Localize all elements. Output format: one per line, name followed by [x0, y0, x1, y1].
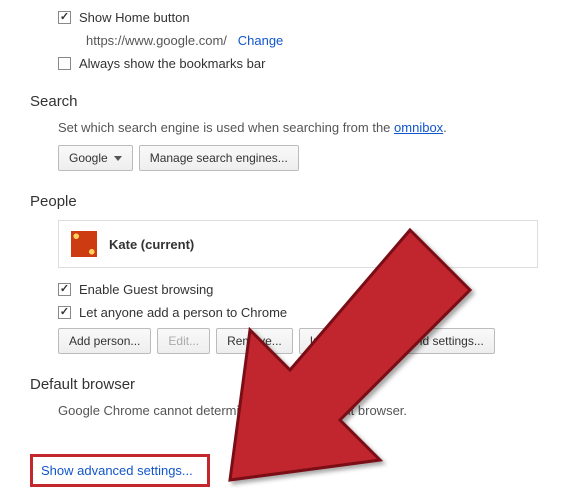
home-url-text: https://www.google.com/ — [86, 33, 227, 48]
default-browser-section: Default browser Google Chrome cannot det… — [30, 376, 580, 418]
checkbox-enable-guest[interactable] — [58, 283, 71, 296]
show-home-row[interactable]: Show Home button — [30, 10, 580, 25]
caret-down-icon — [114, 156, 122, 161]
default-browser-status: Google Chrome cannot determine or set th… — [30, 403, 580, 418]
highlight-box: Show advanced settings... — [30, 454, 210, 487]
settings-panel: Show Home button https://www.google.com/… — [0, 0, 580, 418]
people-title: People — [30, 193, 580, 210]
remove-person-button[interactable]: Remove... — [216, 328, 293, 354]
let-anyone-row[interactable]: Let anyone add a person to Chrome — [30, 305, 580, 320]
people-buttons: Add person... Edit... Remove... Import b… — [30, 328, 580, 354]
people-section: People Kate (current) Enable Guest brows… — [30, 193, 580, 354]
search-section: Search Set which search engine is used w… — [30, 93, 580, 171]
omnibox-link[interactable]: omnibox — [394, 120, 443, 135]
default-browser-title: Default browser — [30, 376, 580, 393]
import-bookmarks-button[interactable]: Import bookmarks and settings... — [299, 328, 495, 354]
search-engine-dropdown[interactable]: Google — [58, 145, 133, 171]
home-url-row: https://www.google.com/ Change — [30, 33, 580, 48]
show-advanced-settings-link[interactable]: Show advanced settings... — [41, 463, 193, 478]
avatar-icon — [71, 231, 97, 257]
add-person-button[interactable]: Add person... — [58, 328, 151, 354]
profile-box[interactable]: Kate (current) — [58, 220, 538, 268]
edit-person-button[interactable]: Edit... — [157, 328, 210, 354]
checkbox-show-home[interactable] — [58, 11, 71, 24]
show-home-label: Show Home button — [79, 10, 190, 25]
enable-guest-row[interactable]: Enable Guest browsing — [30, 282, 580, 297]
change-home-link[interactable]: Change — [238, 33, 284, 48]
search-desc-suffix: . — [443, 120, 447, 135]
profile-name: Kate (current) — [109, 237, 194, 252]
bookmarks-bar-label: Always show the bookmarks bar — [79, 56, 265, 71]
checkbox-bookmarks-bar[interactable] — [58, 57, 71, 70]
search-buttons: Google Manage search engines... — [30, 145, 580, 171]
search-desc-prefix: Set which search engine is used when sea… — [58, 120, 394, 135]
search-engine-selected: Google — [69, 151, 108, 165]
search-title: Search — [30, 93, 580, 110]
appearance-section: Show Home button https://www.google.com/… — [30, 10, 580, 71]
checkbox-let-anyone[interactable] — [58, 306, 71, 319]
enable-guest-label: Enable Guest browsing — [79, 282, 213, 297]
bookmarks-bar-row[interactable]: Always show the bookmarks bar — [30, 56, 580, 71]
search-desc: Set which search engine is used when sea… — [30, 120, 580, 135]
let-anyone-label: Let anyone add a person to Chrome — [79, 305, 287, 320]
manage-search-engines-button[interactable]: Manage search engines... — [139, 145, 299, 171]
